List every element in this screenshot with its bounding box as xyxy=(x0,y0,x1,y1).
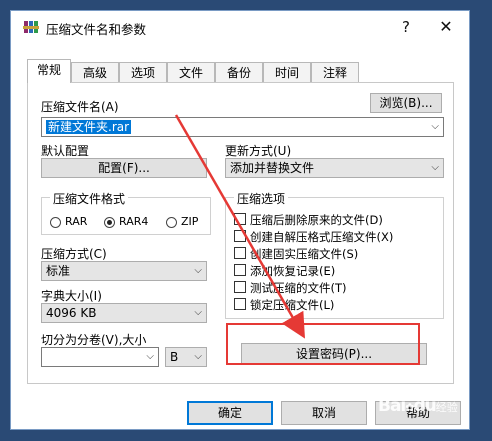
method-label: 压缩方式(C) xyxy=(41,247,107,261)
tab-options[interactable]: 选项 xyxy=(119,62,167,82)
update-mode-label: 更新方式(U) xyxy=(225,144,292,158)
radio-zip-label: ZIP xyxy=(181,215,199,228)
tab-strip: 常规 高级 选项 文件 备份 时间 注释 xyxy=(27,53,457,83)
default-profile-label: 默认配置 xyxy=(41,144,90,158)
tab-comment[interactable]: 注释 xyxy=(311,62,359,82)
split-size-input[interactable]: ⌵ xyxy=(41,347,159,367)
chevron-down-icon: ⌵ xyxy=(194,351,202,362)
window-title: 压缩文件名和参数 xyxy=(46,22,147,37)
option-lock-archive[interactable]: 锁定压缩文件(L) xyxy=(234,297,434,312)
update-mode-value: 添加并替换文件 xyxy=(230,161,315,175)
title-bar: 压缩文件名和参数 ? ✕ xyxy=(11,11,469,43)
radio-rar[interactable] xyxy=(50,217,61,228)
cancel-button[interactable]: 取消 xyxy=(281,401,367,425)
option-label: 锁定压缩文件(L) xyxy=(250,298,335,312)
option-label: 创建固实压缩文件(S) xyxy=(250,247,359,261)
checkbox[interactable] xyxy=(234,264,246,276)
chevron-down-icon: ⌵ xyxy=(431,162,439,173)
watermark-sub: 经验 xyxy=(435,401,458,414)
split-unit-value: B xyxy=(170,350,179,364)
dict-size-label: 字典大小(I) xyxy=(41,289,102,303)
archive-name-label: 压缩文件名(A) xyxy=(41,100,119,114)
checkbox[interactable] xyxy=(234,298,246,310)
watermark-brand: Bai xyxy=(378,396,406,416)
radio-zip[interactable] xyxy=(166,217,177,228)
checkbox[interactable] xyxy=(234,230,246,242)
set-password-button[interactable]: 设置密码(P)... xyxy=(241,343,427,365)
option-label: 测试压缩的文件(T) xyxy=(250,281,347,295)
watermark-brand-du: du xyxy=(413,396,436,416)
baidu-watermark: Bai✿du经验 xyxy=(378,396,458,416)
chevron-down-icon: ⌵ xyxy=(194,307,202,318)
method-select[interactable]: 标准 ⌵ xyxy=(41,261,207,281)
option-delete-after[interactable]: 压缩后删除原来的文件(D) xyxy=(234,212,434,227)
winrar-books-icon xyxy=(23,21,39,33)
option-label: 压缩后删除原来的文件(D) xyxy=(250,213,383,227)
ok-button[interactable]: 确定 xyxy=(187,401,273,425)
radio-rar4-label: RAR4 xyxy=(119,215,149,228)
profiles-button[interactable]: 配置(F)... xyxy=(41,158,207,178)
help-question-button[interactable]: ? xyxy=(391,15,421,39)
option-sfx[interactable]: 创建自解压格式压缩文件(X) xyxy=(234,229,434,244)
archive-name-input[interactable]: 新建文件夹.rar ⌵ xyxy=(41,117,444,137)
tab-files[interactable]: 文件 xyxy=(167,62,215,82)
close-button[interactable]: ✕ xyxy=(431,15,461,39)
radio-rar4[interactable] xyxy=(104,217,115,228)
dict-size-value: 4096 KB xyxy=(46,306,97,320)
options-group-title: 压缩选项 xyxy=(234,190,289,207)
option-recovery-record[interactable]: 添加恢复记录(E) xyxy=(234,263,434,278)
general-panel: 压缩文件名(A) 浏览(B)... 新建文件夹.rar ⌵ 默认配置 配置(F)… xyxy=(27,82,454,384)
option-label: 创建自解压格式压缩文件(X) xyxy=(250,230,394,244)
split-unit-select[interactable]: B ⌵ xyxy=(165,347,207,367)
format-group: 压缩文件格式 RAR RAR4 ZIP xyxy=(41,190,211,235)
method-value: 标准 xyxy=(46,264,71,278)
option-solid[interactable]: 创建固实压缩文件(S) xyxy=(234,246,434,261)
checkbox[interactable] xyxy=(234,247,246,259)
chevron-down-icon[interactable]: ⌵ xyxy=(146,348,154,366)
tab-general[interactable]: 常规 xyxy=(27,59,71,83)
update-mode-select[interactable]: 添加并替换文件 ⌵ xyxy=(225,158,444,178)
radio-rar-label: RAR xyxy=(65,215,88,228)
checkbox[interactable] xyxy=(234,281,246,293)
split-volume-label: 切分为分卷(V),大小 xyxy=(41,333,147,347)
options-group: 压缩选项 压缩后删除原来的文件(D) 创建自解压格式压缩文件(X) 创建固实压缩… xyxy=(225,190,444,319)
format-group-title: 压缩文件格式 xyxy=(50,190,129,207)
tab-time[interactable]: 时间 xyxy=(263,62,311,82)
checkbox[interactable] xyxy=(234,213,246,225)
chevron-down-icon: ⌵ xyxy=(194,265,202,276)
browse-button[interactable]: 浏览(B)... xyxy=(370,93,442,113)
dict-size-select[interactable]: 4096 KB ⌵ xyxy=(41,303,207,323)
tab-backup[interactable]: 备份 xyxy=(215,62,263,82)
archive-name-value: 新建文件夹.rar xyxy=(46,120,132,134)
option-test-files[interactable]: 测试压缩的文件(T) xyxy=(234,280,434,295)
chevron-down-icon[interactable]: ⌵ xyxy=(431,118,439,136)
archive-dialog: 压缩文件名和参数 ? ✕ 常规 高级 选项 文件 备份 时间 注释 压缩文件名(… xyxy=(10,10,470,430)
format-radio-row: RAR RAR4 ZIP xyxy=(50,215,200,232)
tab-advanced[interactable]: 高级 xyxy=(71,62,119,82)
option-label: 添加恢复记录(E) xyxy=(250,264,336,278)
